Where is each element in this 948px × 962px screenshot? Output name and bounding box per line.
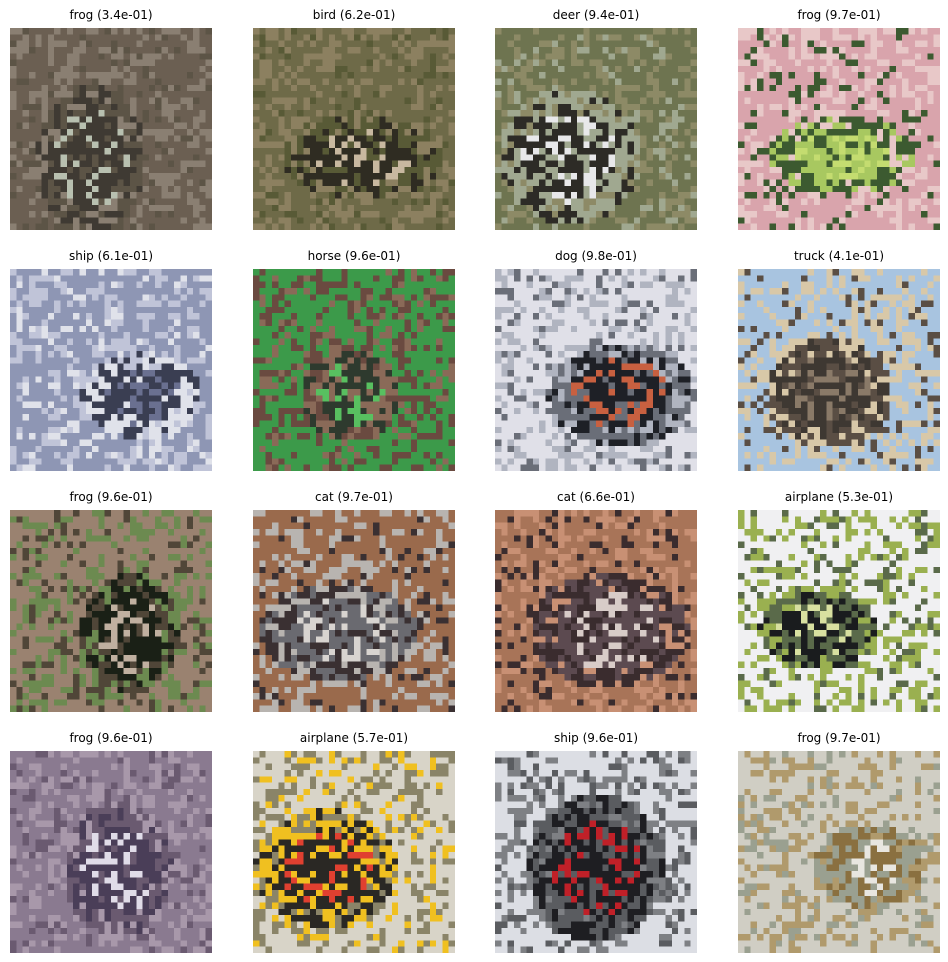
panel-caption: ship (9.6e-01) xyxy=(553,731,639,745)
panel-caption: bird (6.2e-01) xyxy=(312,8,396,22)
panel-caption: frog (9.6e-01) xyxy=(69,490,153,504)
panel-image xyxy=(495,269,697,471)
panel-caption: deer (9.4e-01) xyxy=(552,8,640,22)
panel-image xyxy=(738,269,940,471)
panel-image xyxy=(10,28,212,230)
panel-image xyxy=(738,751,940,953)
panel-image xyxy=(253,269,455,471)
panel-caption: airplane (5.7e-01) xyxy=(299,731,409,745)
panel-image xyxy=(738,28,940,230)
panel-image xyxy=(495,751,697,953)
panel-caption: dog (9.8e-01) xyxy=(555,249,637,263)
panel-image xyxy=(253,510,455,712)
image-grid: frog (3.4e-01) bird (6.2e-01) deer (9.4e… xyxy=(0,0,948,962)
panel-caption: truck (4.1e-01) xyxy=(793,249,885,263)
panel-image xyxy=(10,751,212,953)
panel-image xyxy=(253,751,455,953)
panel-caption: ship (6.1e-01) xyxy=(68,249,154,263)
panel-image xyxy=(738,510,940,712)
panel-image xyxy=(10,269,212,471)
panel-caption: airplane (5.3e-01) xyxy=(784,490,894,504)
panel-caption: frog (9.7e-01) xyxy=(797,8,881,22)
panel-image xyxy=(495,28,697,230)
panel-image xyxy=(10,510,212,712)
panel-image xyxy=(253,28,455,230)
panel-caption: cat (9.7e-01) xyxy=(315,490,393,504)
panel-caption: horse (9.6e-01) xyxy=(307,249,401,263)
panel-caption: frog (9.6e-01) xyxy=(69,731,153,745)
panel-caption: frog (3.4e-01) xyxy=(69,8,153,22)
panel-caption: cat (6.6e-01) xyxy=(557,490,635,504)
panel-image xyxy=(495,510,697,712)
panel-caption: frog (9.7e-01) xyxy=(797,731,881,745)
